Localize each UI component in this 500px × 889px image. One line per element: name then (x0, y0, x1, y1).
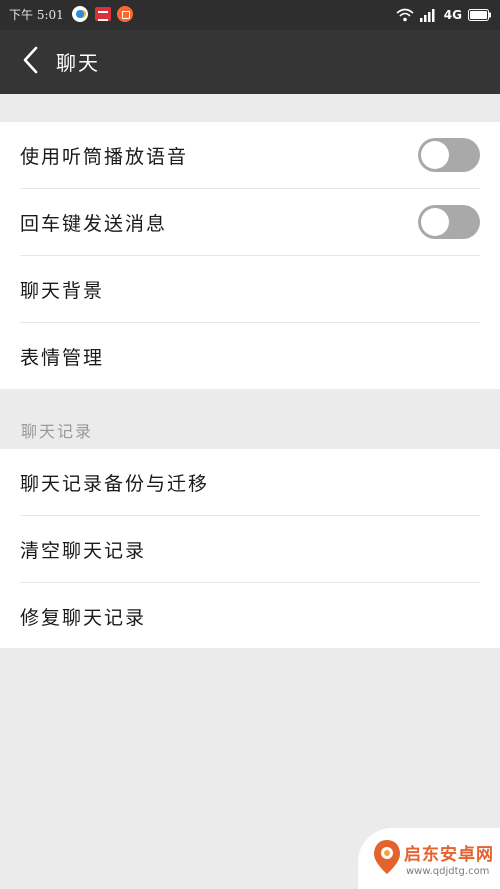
news-app-notification-icon (95, 7, 111, 21)
row-label: 回车键发送消息 (20, 213, 168, 235)
chat-history-group: 聊天记录备份与迁移 清空聊天记录 修复聊天记录 (0, 449, 500, 648)
app-notification-icon (72, 6, 88, 22)
network-type: 4G (443, 8, 462, 22)
navigation-bar: 聊天 (0, 30, 500, 94)
signal-strength-icon (419, 8, 438, 22)
clear-history-row[interactable]: 清空聊天记录 (20, 516, 480, 583)
row-label: 聊天记录备份与迁移 (20, 473, 210, 495)
row-label: 清空聊天记录 (20, 540, 147, 562)
watermark-url: www.qdjdtg.com (406, 866, 490, 877)
watermark-name: 启东安卓网 (404, 845, 494, 865)
enter-to-send-toggle[interactable] (418, 205, 480, 239)
row-label: 聊天背景 (20, 280, 105, 302)
page-title: 聊天 (56, 51, 100, 75)
earpiece-voice-toggle[interactable] (418, 138, 480, 172)
row-label: 使用听筒播放语音 (20, 146, 189, 168)
chat-background-row[interactable]: 聊天背景 (20, 256, 480, 323)
enter-to-send-row[interactable]: 回车键发送消息 (20, 189, 480, 256)
back-button[interactable] (10, 42, 50, 82)
wifi-icon (396, 8, 414, 22)
earpiece-voice-playback-row[interactable]: 使用听筒播放语音 (20, 122, 480, 189)
status-indicators: 4G (396, 5, 492, 25)
sticker-management-row[interactable]: 表情管理 (20, 323, 480, 389)
toggle-knob (421, 141, 449, 169)
site-watermark: 启东安卓网 www.qdjdtg.com (358, 828, 500, 889)
store-app-notification-icon (117, 6, 133, 22)
watermark-logo-icon (372, 838, 402, 876)
repair-history-row[interactable]: 修复聊天记录 (20, 583, 480, 649)
row-label: 修复聊天记录 (20, 607, 147, 629)
battery-icon (468, 9, 492, 21)
chat-settings-group: 使用听筒播放语音 回车键发送消息 聊天背景 表情管理 (0, 122, 500, 389)
status-bar: 下午 5:01 4G (0, 0, 500, 30)
backup-migrate-history-row[interactable]: 聊天记录备份与迁移 (20, 449, 480, 516)
status-time: 下午 5:01 (9, 8, 64, 22)
chat-history-section-header: 聊天记录 (21, 422, 94, 441)
chevron-left-icon (21, 46, 39, 78)
toggle-knob (421, 208, 449, 236)
row-label: 表情管理 (20, 347, 105, 369)
